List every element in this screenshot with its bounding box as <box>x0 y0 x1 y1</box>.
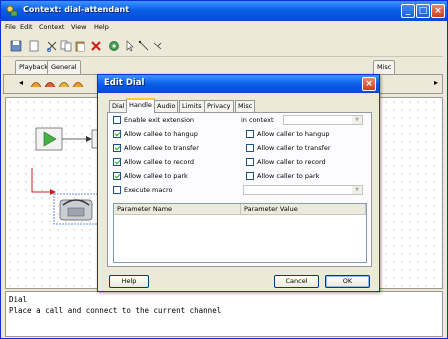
palette-tab-general[interactable]: General <box>47 60 81 74</box>
column-header-parameter-value[interactable]: Parameter Value <box>241 204 366 215</box>
connector-arrow-1 <box>86 136 92 142</box>
maximize-button[interactable]: □ <box>416 4 430 18</box>
menu-edit[interactable]: Edit <box>20 23 33 31</box>
allow-callee-hangup-label[interactable]: Allow callee to hangup <box>124 130 198 138</box>
allow-callee-transfer-label[interactable]: Allow callee to transfer <box>124 144 199 152</box>
tab-handle[interactable]: Handle <box>126 98 155 113</box>
execute-macro-checkbox[interactable] <box>113 186 121 194</box>
menu-context[interactable]: Context <box>39 23 64 31</box>
app-item-2-icon[interactable] <box>43 77 57 91</box>
allow-caller-transfer-checkbox[interactable] <box>246 144 254 152</box>
cut-icon[interactable] <box>45 39 59 53</box>
palette-scroll-left-icon[interactable]: ◂ <box>19 78 23 87</box>
allow-caller-park-label[interactable]: Allow caller to park <box>257 172 319 180</box>
menu-help[interactable]: Help <box>94 23 109 31</box>
zoom-icon[interactable] <box>151 39 165 53</box>
palette-tab-misc[interactable]: Misc <box>373 60 396 74</box>
connector-icon[interactable] <box>137 39 151 53</box>
pointer-icon[interactable] <box>123 39 137 53</box>
tab-privacy[interactable]: Privacy <box>204 100 234 112</box>
cancel-button[interactable]: Cancel <box>274 275 319 288</box>
route-line <box>31 168 50 193</box>
window-title: Context: dial-attendant <box>23 5 130 14</box>
allow-caller-park-checkbox[interactable] <box>246 172 254 180</box>
settings-icon[interactable] <box>107 39 121 53</box>
start-node[interactable] <box>35 127 63 151</box>
tab-audio[interactable]: Audio <box>154 100 179 112</box>
menu-view[interactable]: View <box>71 23 86 31</box>
toolbar <box>3 35 443 57</box>
allow-callee-hangup-checkbox[interactable] <box>113 130 121 138</box>
copy-icon[interactable] <box>59 39 73 53</box>
save-icon[interactable] <box>9 39 23 53</box>
chevron-down-icon: ▼ <box>352 116 362 124</box>
allow-caller-transfer-label[interactable]: Allow caller to transfer <box>257 144 331 152</box>
edit-dial-dialog: Edit Dial × Dial Handle Audio Limits Pri… <box>97 74 380 292</box>
menu-bar: File Edit Context View Help <box>1 22 447 34</box>
allow-caller-record-label[interactable]: Allow caller to record <box>257 158 326 166</box>
enable-exit-extension-label[interactable]: Enable exit extension <box>124 116 194 124</box>
column-header-parameter-name[interactable]: Parameter Name <box>114 204 241 215</box>
allow-callee-transfer-checkbox[interactable] <box>113 144 121 152</box>
chevron-down-icon: ▼ <box>352 186 362 194</box>
title-bar[interactable]: Context: dial-attendant _ □ × <box>1 1 447 21</box>
tab-limits[interactable]: Limits <box>179 100 205 112</box>
minimize-button[interactable]: _ <box>401 4 415 18</box>
allow-caller-record-checkbox[interactable] <box>246 158 254 166</box>
execute-macro-label[interactable]: Execute macro <box>124 186 172 194</box>
allow-callee-record-label[interactable]: Allow callee to record <box>124 158 194 166</box>
dialog-close-button[interactable]: × <box>362 77 376 91</box>
description-title: Dial <box>9 295 28 304</box>
ok-button[interactable]: OK <box>325 275 370 288</box>
help-button[interactable]: Help <box>109 275 149 288</box>
parameter-table[interactable]: Parameter Name Parameter Value <box>113 203 367 263</box>
menu-file[interactable]: File <box>5 23 16 31</box>
app-item-4-icon[interactable] <box>71 77 85 91</box>
app-item-3-icon[interactable] <box>57 77 71 91</box>
enable-exit-extension-checkbox[interactable] <box>113 116 121 124</box>
allow-callee-park-label[interactable]: Allow callee to park <box>124 172 188 180</box>
in-context-select[interactable]: ▼ <box>283 115 363 125</box>
allow-callee-record-checkbox[interactable] <box>113 158 121 166</box>
delete-icon[interactable] <box>89 39 103 53</box>
macro-select[interactable]: ▼ <box>243 185 363 195</box>
palette-scroll-right-icon[interactable]: ▸ <box>434 78 438 87</box>
tab-misc[interactable]: Misc <box>235 100 256 112</box>
dialog-title-bar[interactable]: Edit Dial × <box>98 75 379 93</box>
description-text: Place a call and connect to the current … <box>9 306 222 315</box>
close-button[interactable]: × <box>431 4 445 18</box>
app-icon <box>6 5 18 17</box>
dialog-title: Edit Dial <box>104 78 145 88</box>
allow-callee-park-checkbox[interactable] <box>113 172 121 180</box>
new-icon[interactable] <box>27 39 41 53</box>
description-panel: Dial Place a call and connect to the cur… <box>5 291 443 337</box>
allow-caller-hangup-label[interactable]: Allow caller to hangup <box>257 130 330 138</box>
tab-dial[interactable]: Dial <box>109 100 128 112</box>
paste-icon[interactable] <box>73 39 87 53</box>
allow-caller-hangup-checkbox[interactable] <box>246 130 254 138</box>
phone-node[interactable] <box>53 193 99 225</box>
in-context-label: in context <box>241 116 274 124</box>
app-item-1-icon[interactable] <box>29 77 43 91</box>
handle-tab-panel: Enable exit extension in context ▼ Allow… <box>107 112 372 267</box>
